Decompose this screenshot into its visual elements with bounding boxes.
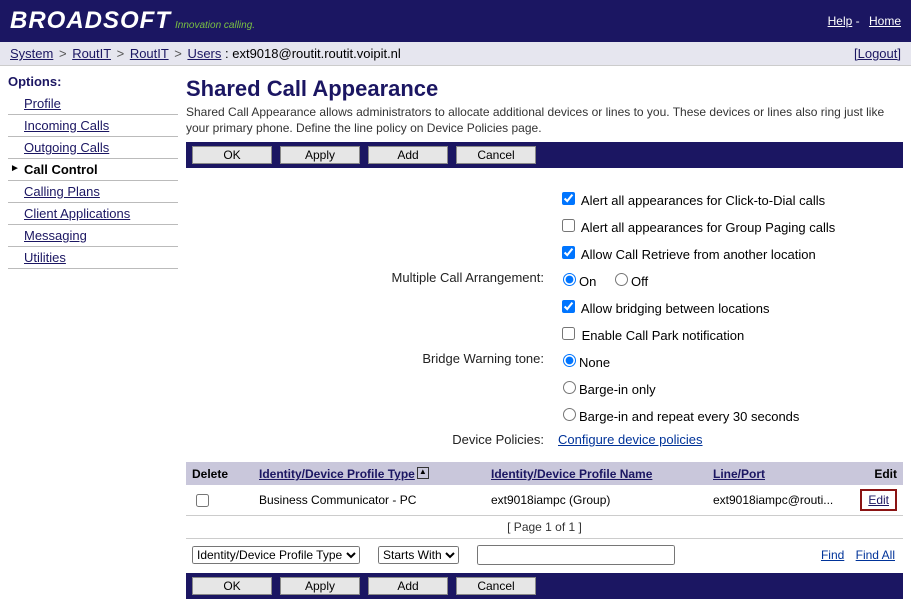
- sidebar-item-incoming-calls[interactable]: Incoming Calls: [8, 115, 178, 137]
- row-delete-checkbox[interactable]: [196, 494, 209, 507]
- add-button[interactable]: Add: [368, 146, 448, 164]
- allow-bridging-row[interactable]: Allow bridging between locations: [558, 301, 770, 316]
- button-bar-bottom: OK Apply Add Cancel: [186, 573, 903, 599]
- brand-tagline: Innovation calling.: [175, 20, 255, 31]
- breadcrumb-routit-1[interactable]: RoutIT: [72, 46, 111, 61]
- multiple-call-off-radio[interactable]: [615, 273, 628, 286]
- device-table-wrap: Delete Identity/Device Profile Type Iden…: [186, 462, 903, 573]
- device-table: Delete Identity/Device Profile Type Iden…: [186, 462, 903, 515]
- top-links: Help - Home: [822, 14, 901, 28]
- logout-link[interactable]: [Logout]: [854, 46, 901, 61]
- alert-click-to-dial-row[interactable]: Alert all appearances for Click-to-Dial …: [558, 193, 825, 208]
- multiple-call-arrangement-label: Multiple Call Arrangement:: [188, 267, 550, 292]
- bridge-none-row[interactable]: None: [558, 355, 610, 370]
- alert-group-paging-checkbox[interactable]: [562, 219, 575, 232]
- col-type[interactable]: Identity/Device Profile Type: [253, 462, 485, 485]
- sidebar-item-client-applications[interactable]: Client Applications: [8, 203, 178, 225]
- settings-table: Alert all appearances for Click-to-Dial …: [186, 184, 843, 452]
- table-row: Business Communicator - PC ext9018iampc …: [186, 485, 903, 515]
- multiple-call-on-radio[interactable]: [563, 273, 576, 286]
- button-bar-top: OK Apply Add Cancel: [186, 142, 903, 168]
- bridge-barge-repeat-radio[interactable]: [563, 408, 576, 421]
- brand-text: BROADSOFT: [10, 7, 171, 35]
- allow-bridging-checkbox[interactable]: [562, 300, 575, 313]
- ok-button-bottom[interactable]: OK: [192, 577, 272, 595]
- top-bar: BROADSOFT Innovation calling. Help - Hom…: [0, 0, 911, 42]
- logo: BROADSOFT Innovation calling.: [10, 7, 255, 35]
- search-match-select[interactable]: Starts With: [378, 546, 459, 564]
- sidebar: Options: Profile Incoming Calls Outgoing…: [0, 66, 178, 609]
- alert-click-to-dial-checkbox[interactable]: [562, 192, 575, 205]
- allow-call-retrieve-checkbox[interactable]: [562, 246, 575, 259]
- cancel-button[interactable]: Cancel: [456, 146, 536, 164]
- find-link[interactable]: Find: [821, 548, 844, 562]
- ok-button[interactable]: OK: [192, 146, 272, 164]
- sidebar-item-calling-plans[interactable]: Calling Plans: [8, 181, 178, 203]
- breadcrumb-users[interactable]: Users: [187, 46, 221, 61]
- device-policies-label: Device Policies:: [188, 429, 550, 450]
- alert-group-paging-row[interactable]: Alert all appearances for Group Paging c…: [558, 220, 835, 235]
- help-link[interactable]: Help: [828, 14, 853, 28]
- row-edit-link[interactable]: Edit: [860, 489, 897, 511]
- col-lineport[interactable]: Line/Port: [707, 462, 841, 485]
- breadcrumb-user-suffix: : ext9018@routit.routit.voipit.nl: [225, 46, 401, 61]
- find-all-link[interactable]: Find All: [856, 548, 895, 562]
- bridge-barge-in-row[interactable]: Barge-in only: [558, 382, 656, 397]
- home-link[interactable]: Home: [869, 14, 901, 28]
- sidebar-list: Profile Incoming Calls Outgoing Calls Ca…: [8, 93, 178, 269]
- sort-indicator-icon: [417, 467, 429, 479]
- row-lineport: ext9018iampc@routi...: [707, 485, 841, 515]
- apply-button-bottom[interactable]: Apply: [280, 577, 360, 595]
- bridge-warning-label: Bridge Warning tone:: [188, 348, 550, 373]
- breadcrumb: System > RoutIT > RoutIT > Users : ext90…: [10, 46, 401, 61]
- page-description: Shared Call Appearance allows administra…: [186, 104, 903, 136]
- row-name: ext9018iampc (Group): [485, 485, 707, 515]
- sidebar-item-messaging[interactable]: Messaging: [8, 225, 178, 247]
- col-edit: Edit: [841, 462, 903, 485]
- sidebar-heading: Options:: [8, 74, 178, 89]
- enable-call-park-checkbox[interactable]: [562, 327, 575, 340]
- enable-call-park-row[interactable]: Enable Call Park notification: [558, 328, 744, 343]
- breadcrumb-system[interactable]: System: [10, 46, 53, 61]
- sidebar-item-outgoing-calls[interactable]: Outgoing Calls: [8, 137, 178, 159]
- search-input[interactable]: [477, 545, 675, 565]
- col-name[interactable]: Identity/Device Profile Name: [485, 462, 707, 485]
- multiple-call-off-row[interactable]: Off: [610, 274, 648, 289]
- page-title: Shared Call Appearance: [186, 76, 903, 102]
- row-type: Business Communicator - PC: [253, 485, 485, 515]
- multiple-call-on-row[interactable]: On: [558, 274, 596, 289]
- content-area: Shared Call Appearance Shared Call Appea…: [178, 66, 911, 609]
- sidebar-item-utilities[interactable]: Utilities: [8, 247, 178, 269]
- breadcrumb-routit-2[interactable]: RoutIT: [130, 46, 169, 61]
- configure-device-policies-link[interactable]: Configure device policies: [558, 432, 703, 447]
- search-row: Identity/Device Profile Type Starts With…: [186, 539, 903, 573]
- cancel-button-bottom[interactable]: Cancel: [456, 577, 536, 595]
- col-delete: Delete: [186, 462, 253, 485]
- sidebar-item-call-control[interactable]: Call Control: [8, 159, 178, 181]
- add-button-bottom[interactable]: Add: [368, 577, 448, 595]
- bridge-barge-in-radio[interactable]: [563, 381, 576, 394]
- allow-call-retrieve-row[interactable]: Allow Call Retrieve from another locatio…: [558, 247, 816, 262]
- search-field-select[interactable]: Identity/Device Profile Type: [192, 546, 360, 564]
- paginator: [ Page 1 of 1 ]: [186, 515, 903, 539]
- sidebar-item-profile[interactable]: Profile: [8, 93, 178, 115]
- breadcrumb-bar: System > RoutIT > RoutIT > Users : ext90…: [0, 42, 911, 66]
- bridge-barge-repeat-row[interactable]: Barge-in and repeat every 30 seconds: [558, 409, 799, 424]
- bridge-none-radio[interactable]: [563, 354, 576, 367]
- apply-button[interactable]: Apply: [280, 146, 360, 164]
